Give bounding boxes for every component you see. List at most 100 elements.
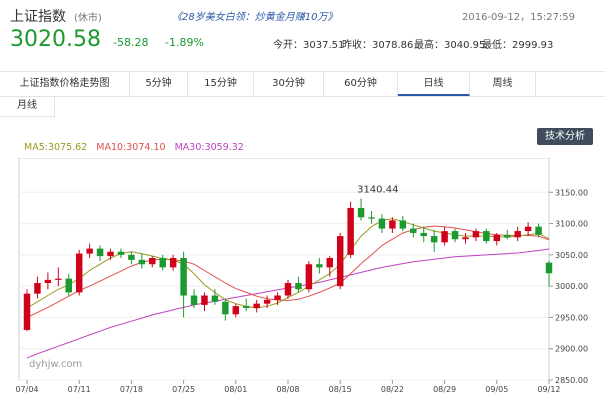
candle-body <box>96 248 104 257</box>
candle-body <box>159 257 166 268</box>
candle-body <box>65 278 72 293</box>
x-tick-label: 07/04 <box>15 385 38 394</box>
candle-body <box>117 251 125 255</box>
candle-body <box>201 295 208 305</box>
tab-daily[interactable]: 日线 <box>398 72 470 96</box>
tab-30min[interactable]: 30分钟 <box>254 72 324 96</box>
ma-legend: MA5:3075.62 MA10:3074.10 MA30:3059.32 <box>24 142 250 153</box>
candle-body <box>545 262 553 274</box>
tab-monthly[interactable]: 月线 <box>0 97 55 117</box>
candle-body <box>399 220 407 229</box>
x-tick-label: 08/15 <box>329 385 352 394</box>
index-name: 上证指数 <box>10 9 66 25</box>
y-tick-label: 2850.00 <box>555 376 588 385</box>
candle-body <box>263 299 271 304</box>
x-tick-label: 07/25 <box>172 385 195 394</box>
chart-svg: 3150.00 3100.00 3050.00 3000.00 2950.00 2900.… <box>15 158 588 394</box>
candle-body <box>23 293 31 330</box>
candle-body <box>514 231 521 238</box>
y-tick-label: 2900.00 <box>555 345 588 354</box>
y-tick-label: 3100.00 <box>555 220 588 229</box>
candle-body <box>504 234 511 238</box>
candle-body <box>347 207 354 255</box>
candle-body <box>462 237 469 240</box>
candle-body <box>222 301 229 315</box>
tab-5min[interactable]: 5分钟 <box>130 72 188 96</box>
candle-body <box>75 253 83 293</box>
candle-body <box>316 264 323 268</box>
candle-body <box>243 306 250 309</box>
candle-body <box>169 257 177 268</box>
candle-body <box>493 234 501 242</box>
candle-body <box>410 228 417 233</box>
price-change: -58.28 <box>113 36 149 49</box>
candle-body <box>326 257 333 268</box>
ma5-label: MA5:3075.62 <box>24 142 88 153</box>
ma10-label: MA10:3074.10 <box>96 142 166 153</box>
ma30-label: MA30:3059.32 <box>174 142 244 153</box>
x-tick-label: 09/05 <box>485 385 508 394</box>
x-tick-label: 07/11 <box>68 385 91 394</box>
x-tick-label: 08/01 <box>224 385 247 394</box>
current-price: 3020.58 <box>10 27 101 52</box>
plot-frame <box>18 158 550 381</box>
y-tick-label: 3050.00 <box>555 251 588 260</box>
candle-body <box>441 231 448 243</box>
candle-body <box>336 236 344 287</box>
candlestick-chart[interactable]: 3150.00 3100.00 3050.00 3000.00 2950.00 2900.… <box>0 158 605 400</box>
ma30-line <box>26 248 550 359</box>
candle-body <box>107 251 114 257</box>
candle-body <box>451 231 459 240</box>
candle-body <box>149 257 156 265</box>
tab-15min[interactable]: 15分钟 <box>188 72 254 96</box>
candle-body <box>368 217 375 219</box>
candle-body <box>44 279 52 284</box>
tab-60min[interactable]: 60分钟 <box>324 72 398 96</box>
candle-body <box>295 283 302 290</box>
candle-body <box>420 232 427 237</box>
candle-body <box>128 254 135 260</box>
stat-open: 今开：3037.51 <box>273 40 345 51</box>
x-tick-label: 08/29 <box>433 385 456 394</box>
candle-body <box>430 236 438 243</box>
x-tick-label: 07/18 <box>120 385 143 394</box>
y-tick-label: 3000.00 <box>555 282 588 291</box>
candle-body <box>305 264 313 290</box>
market-status: (休市) <box>74 13 102 24</box>
watermark-text: dyhjw.com <box>29 359 82 370</box>
candle-body <box>483 231 490 242</box>
candle-body <box>211 295 219 302</box>
candle-body <box>55 278 62 280</box>
ma10-line <box>26 225 550 318</box>
y-tick-label: 2950.00 <box>555 313 588 322</box>
candle-body <box>389 220 396 229</box>
candle-body <box>472 231 480 238</box>
candle-body <box>253 303 260 309</box>
candle-body <box>378 218 386 229</box>
candle-body <box>535 226 542 235</box>
tab-weekly[interactable]: 周线 <box>470 72 536 96</box>
candle-body <box>86 248 93 254</box>
candle-body <box>34 283 41 294</box>
stat-high: 最高：3040.95 <box>414 40 486 51</box>
y-tick-label: 3150.00 <box>555 188 588 197</box>
timestamp: 2016-09-12，15:27:59 <box>462 12 576 23</box>
tab-price-chart[interactable]: 上证指数价格走势图 <box>0 72 130 96</box>
promo-link[interactable]: 《28岁美女白领：炒黄金月赚10万》 <box>172 8 337 23</box>
x-tick-label: 08/08 <box>276 385 299 394</box>
candle-body <box>357 207 365 218</box>
candle-body <box>284 283 292 296</box>
stat-low: 最低：2999.93 <box>482 40 554 51</box>
candle-body <box>524 226 532 232</box>
candle-body <box>190 295 198 305</box>
candle-body <box>232 306 240 315</box>
x-tick-label: 09/12 <box>537 385 560 394</box>
candle-body <box>138 259 146 265</box>
x-tick-label: 08/22 <box>381 385 404 394</box>
peak-label: 3140.44 <box>357 185 398 196</box>
candle-body <box>180 257 187 296</box>
price-change-percent: -1.89% <box>165 36 204 49</box>
tech-analysis-button[interactable]: 技术分析 <box>537 128 593 145</box>
stat-prev-close: 昨收：3078.86 <box>342 40 414 51</box>
timeframe-tabs: 上证指数价格走势图 5分钟 15分钟 30分钟 60分钟 日线 周线 <box>0 71 605 97</box>
